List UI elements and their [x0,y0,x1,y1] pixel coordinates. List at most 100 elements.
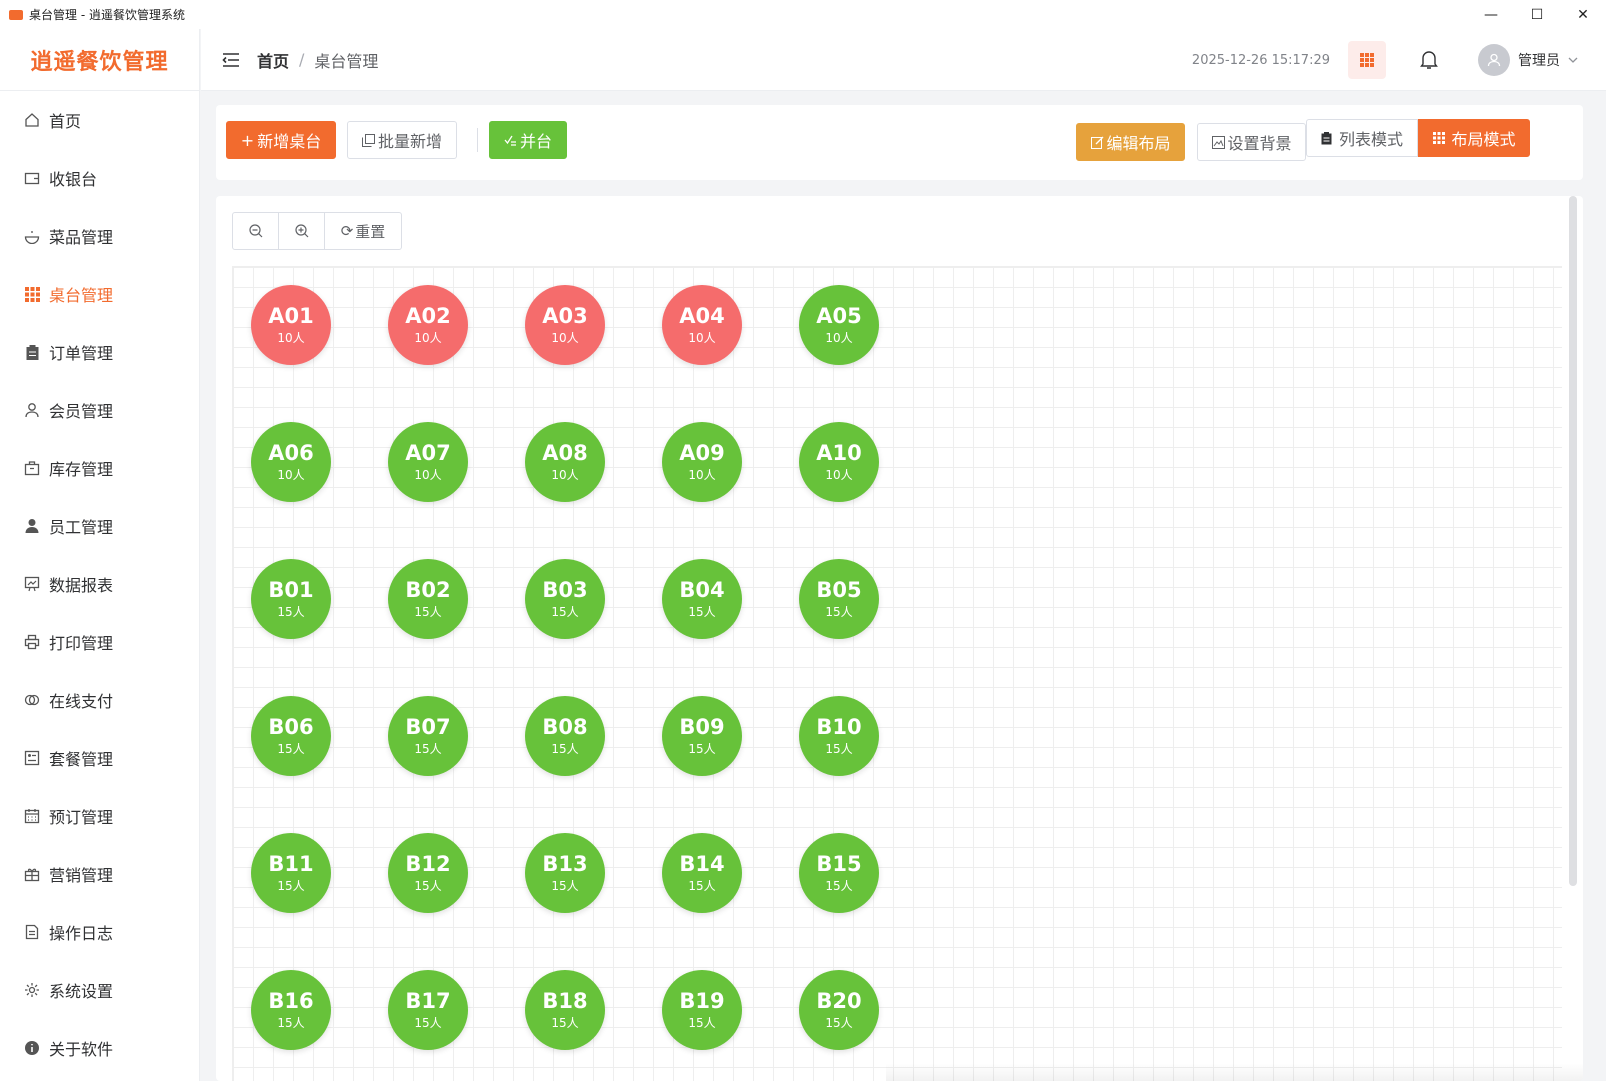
sidebar-item-label: 套餐管理 [49,750,114,769]
table-a08[interactable]: A08 10人 [525,422,605,502]
table-name: B13 [542,852,588,876]
table-b11[interactable]: B11 15人 [251,833,331,913]
table-b17[interactable]: B17 15人 [388,970,468,1050]
table-b15[interactable]: B15 15人 [799,833,879,913]
plus-icon: + [240,130,255,150]
table-capacity: 10人 [551,331,579,345]
layout-mode-label: 布局模式 [1451,130,1516,149]
table-b16[interactable]: B16 15人 [251,970,331,1050]
user-menu[interactable]: 管理员 [1478,44,1578,76]
table-a04[interactable]: A04 10人 [662,285,742,365]
table-layout-grid[interactable]: A01 10人 A02 10人 A03 10人 A04 10人 A05 10人 A06 10人 A07 1… [232,266,1562,1081]
sidebar-item[interactable]: 菜品管理 [0,207,199,265]
table-b05[interactable]: B05 15人 [799,559,879,639]
zoom-reset-button[interactable]: ⟳ 重置 [325,213,401,249]
table-b13[interactable]: B13 15人 [525,833,605,913]
datetime-display: 2025-12-26 15:17:29 [1191,52,1330,68]
zoom-out-button[interactable] [233,213,279,249]
set-background-button[interactable]: 设置背景 [1197,123,1306,161]
sidebar-item-label: 打印管理 [49,634,114,653]
table-b12[interactable]: B12 15人 [388,833,468,913]
table-a02[interactable]: A02 10人 [388,285,468,365]
table-a05[interactable]: A05 10人 [799,285,879,365]
app-grid-button[interactable] [1348,41,1386,79]
sidebar-item-label: 员工管理 [49,518,114,537]
table-name: B14 [679,852,725,876]
sidebar-item[interactable]: 订单管理 [0,323,199,381]
table-a09[interactable]: A09 10人 [662,422,742,502]
table-b01[interactable]: B01 15人 [251,559,331,639]
table-capacity: 15人 [414,1016,442,1030]
sidebar-item[interactable]: 打印管理 [0,613,199,671]
table-b14[interactable]: B14 15人 [662,833,742,913]
table-capacity: 15人 [825,742,853,756]
list-mode-button[interactable]: 列表模式 [1306,119,1418,157]
table-capacity: 15人 [551,1016,579,1030]
collapse-menu-button[interactable] [221,50,241,70]
edit-layout-button[interactable]: 编辑布局 [1076,123,1185,161]
table-capacity: 10人 [277,331,305,345]
table-capacity: 15人 [277,605,305,619]
table-b06[interactable]: B06 15人 [251,696,331,776]
sidebar-item[interactable]: 预订管理 [0,787,199,845]
sidebar-item[interactable]: 操作日志 [0,903,199,961]
sidebar-item-label: 订单管理 [49,344,114,363]
table-a06[interactable]: A06 10人 [251,422,331,502]
list-mode-label: 列表模式 [1339,130,1404,149]
sidebar-item[interactable]: 在线支付 [0,671,199,729]
maximize-button[interactable]: ☐ [1514,0,1560,29]
table-a07[interactable]: A07 10人 [388,422,468,502]
table-name: B08 [542,715,588,739]
table-b02[interactable]: B02 15人 [388,559,468,639]
table-b03[interactable]: B03 15人 [525,559,605,639]
sidebar-item-label: 系统设置 [49,982,114,1001]
zoom-controls: ⟳ 重置 [232,212,402,250]
minimize-button[interactable]: — [1468,0,1514,29]
close-button[interactable]: ✕ [1560,0,1606,29]
sidebar-item[interactable]: 收银台 [0,149,199,207]
batch-add-button[interactable]: 批量新增 [347,121,457,159]
table-b04[interactable]: B04 15人 [662,559,742,639]
table-name: B02 [405,578,451,602]
zoom-in-button[interactable] [279,213,325,249]
sidebar-item[interactable]: 数据报表 [0,555,199,613]
vertical-scrollbar[interactable] [1569,196,1577,886]
sidebar-item[interactable]: 桌台管理 [0,265,199,323]
table-b19[interactable]: B19 15人 [662,970,742,1050]
brand-title: 逍遥餐饮管理 [0,29,199,91]
table-b07[interactable]: B07 15人 [388,696,468,776]
sidebar-item[interactable]: 系统设置 [0,961,199,1019]
sidebar-item[interactable]: 关于软件 [0,1019,199,1077]
sidebar-item[interactable]: 首页 [0,91,199,149]
sidebar-item[interactable]: 库存管理 [0,439,199,497]
printer-icon [24,634,40,650]
sidebar-item[interactable]: 营销管理 [0,845,199,903]
edit-layout-label: 编辑布局 [1106,134,1171,153]
table-name: B15 [816,852,862,876]
table-capacity: 15人 [551,879,579,893]
sidebar-item-label: 会员管理 [49,402,114,421]
table-a03[interactable]: A03 10人 [525,285,605,365]
sidebar-item-label: 数据报表 [49,576,114,595]
toolbar-divider [477,128,478,152]
breadcrumb-home[interactable]: 首页 [257,48,289,72]
sidebar-item[interactable]: 套餐管理 [0,729,199,787]
sidebar-item[interactable]: 员工管理 [0,497,199,555]
add-table-button[interactable]: + 新增桌台 [226,121,336,159]
table-capacity: 15人 [551,605,579,619]
info-icon [24,1040,40,1056]
table-b09[interactable]: B09 15人 [662,696,742,776]
table-b08[interactable]: B08 15人 [525,696,605,776]
sidebar-item[interactable]: 会员管理 [0,381,199,439]
table-b20[interactable]: B20 15人 [799,970,879,1050]
table-a01[interactable]: A01 10人 [251,285,331,365]
table-b10[interactable]: B10 15人 [799,696,879,776]
image-icon [1211,135,1225,149]
table-b18[interactable]: B18 15人 [525,970,605,1050]
merge-label: 并台 [520,132,553,151]
merge-tables-button[interactable]: 并台 [489,121,567,159]
notification-button[interactable] [1410,41,1448,79]
layout-mode-button[interactable]: 布局模式 [1418,119,1530,157]
table-a10[interactable]: A10 10人 [799,422,879,502]
chart-icon [24,576,40,592]
